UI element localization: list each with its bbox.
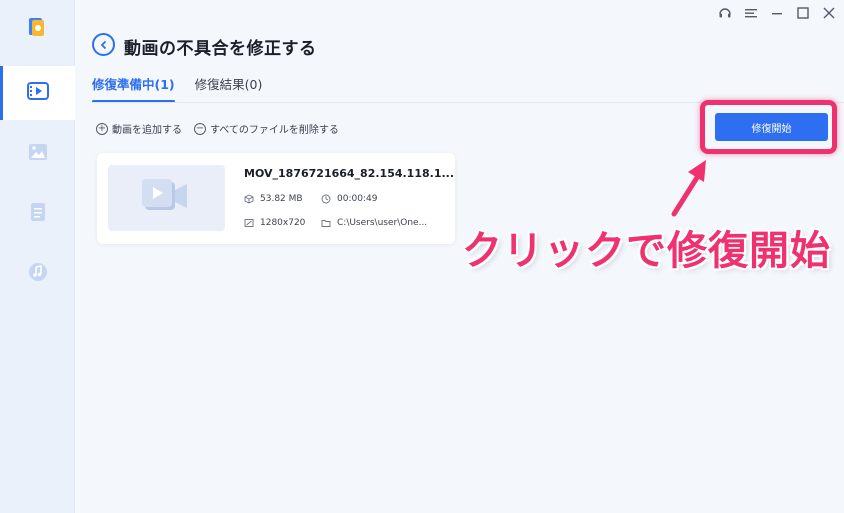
tab-results[interactable]: 修復結果(0) (195, 74, 263, 101)
annotation-arrow-icon (671, 160, 706, 217)
menu-icon[interactable] (744, 6, 758, 20)
tab-preparing[interactable]: 修復準備中(1) (92, 74, 175, 103)
plus-circle-icon: + (96, 122, 108, 135)
headset-icon[interactable] (718, 6, 732, 20)
clock-icon (321, 194, 331, 204)
toolbar: + 動画を追加する − すべてのファイルを削除する (96, 121, 339, 136)
file-name: MOV_1876721664_82.154.118.1... (244, 167, 455, 180)
minimize-icon[interactable] (770, 6, 784, 20)
file-resolution-value: 1280x720 (260, 218, 306, 228)
sidebar-item-image[interactable] (0, 127, 75, 181)
app-logo-icon (26, 16, 48, 38)
cube-icon (244, 194, 254, 204)
video-icon (26, 82, 49, 104)
sidebar-item-music[interactable] (0, 247, 75, 301)
document-icon (30, 202, 46, 226)
file-path: C:\Users\user\One... (321, 218, 427, 228)
minus-circle-icon: − (194, 122, 206, 135)
chevron-left-icon (99, 35, 109, 54)
video-camera-icon (141, 176, 193, 220)
maximize-icon[interactable] (796, 6, 810, 20)
video-thumbnail (108, 165, 225, 231)
resolution-icon (244, 218, 254, 228)
tab-bar: 修復準備中(1) 修復結果(0) (92, 74, 263, 103)
sidebar-item-document[interactable] (0, 187, 75, 241)
start-repair-button[interactable]: 修復開始 (715, 113, 828, 141)
add-video-label: 動画を追加する (112, 125, 182, 136)
file-duration: 00:00:49 (321, 194, 377, 204)
sidebar (0, 0, 75, 513)
delete-all-label: すべてのファイルを削除する (210, 125, 339, 136)
close-icon[interactable] (822, 6, 836, 20)
music-icon (28, 262, 48, 286)
window-controls (718, 4, 836, 22)
page-title: 動画の不具合を修正する (124, 39, 317, 59)
folder-icon (321, 218, 331, 228)
image-icon (28, 143, 48, 165)
annotation-text: クリックで修復開始 (462, 228, 831, 274)
file-size: 53.82 MB (244, 194, 303, 204)
file-path-value: C:\Users\user\One... (337, 218, 428, 228)
sidebar-item-video[interactable] (0, 66, 75, 120)
add-video-button[interactable]: + 動画を追加する (96, 121, 182, 136)
delete-all-button[interactable]: − すべてのファイルを削除する (194, 121, 339, 136)
back-button[interactable] (92, 33, 115, 56)
file-size-value: 53.82 MB (260, 194, 303, 204)
file-duration-value: 00:00:49 (337, 194, 378, 204)
file-resolution: 1280x720 (244, 218, 305, 228)
file-card: MOV_1876721664_82.154.118.1... 53.82 MB … (97, 153, 455, 244)
